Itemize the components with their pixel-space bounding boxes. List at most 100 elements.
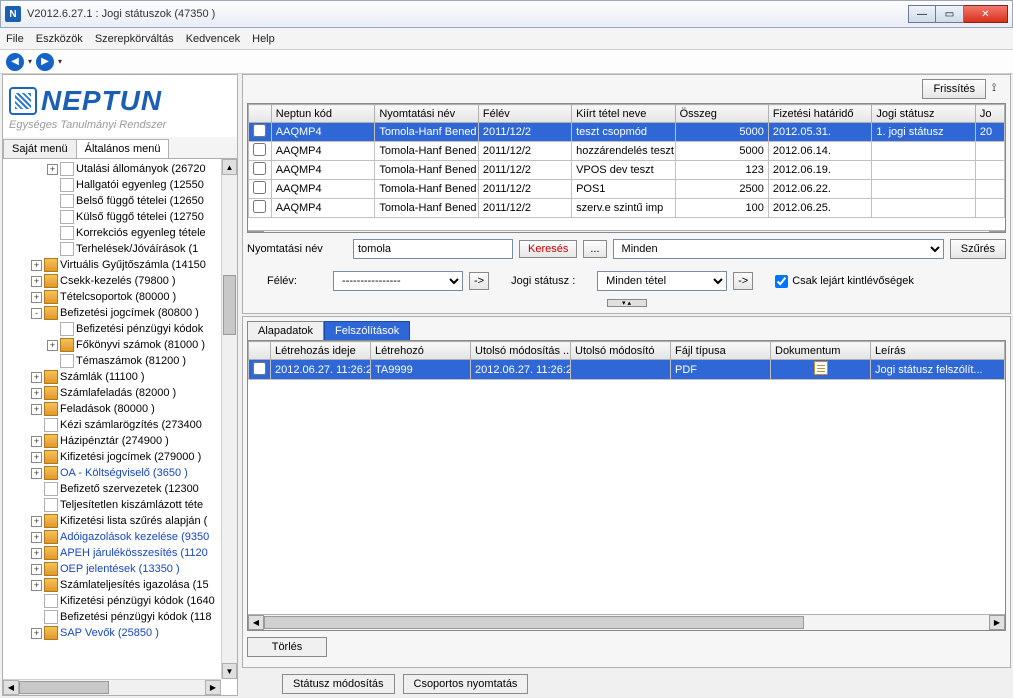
column-header[interactable]: Utolsó módosítás ... xyxy=(471,342,571,360)
tree-item[interactable]: +OEP jelentések (13350 ) xyxy=(3,561,237,577)
tree-item[interactable]: +Tételcsoportok (80000 ) xyxy=(3,289,237,305)
expand-icon[interactable]: + xyxy=(31,564,42,575)
back-dropdown-icon[interactable]: ▾ xyxy=(26,57,34,66)
subgrid-scroll-left-icon[interactable]: ◀ xyxy=(248,615,264,630)
tree-item[interactable]: Befizetési pénzügyi kódok xyxy=(3,321,237,337)
tree-item[interactable]: Korrekciós egyenleg tétele xyxy=(3,225,237,241)
expand-icon[interactable]: + xyxy=(31,548,42,559)
expand-icon[interactable]: + xyxy=(47,340,58,351)
refresh-button[interactable]: Frissítés xyxy=(922,79,986,99)
felev-select[interactable]: ---------------- xyxy=(333,271,463,291)
column-header[interactable]: Félév xyxy=(478,105,571,123)
column-header[interactable]: Létrehozás ideje xyxy=(271,342,371,360)
table-row[interactable]: AAQMP4Tomola-Hanf Bened2011/12/2hozzáren… xyxy=(249,142,1005,161)
group-print-button[interactable]: Csoportos nyomtatás xyxy=(403,674,529,694)
expand-icon[interactable]: + xyxy=(31,388,42,399)
tree-item[interactable]: +SAP Vevők (25850 ) xyxy=(3,625,237,641)
expand-icon[interactable]: + xyxy=(31,260,42,271)
tree-item[interactable]: -Befizetési jogcímek (80800 ) xyxy=(3,305,237,321)
expand-icon[interactable]: + xyxy=(31,468,42,479)
tree-item[interactable]: +APEH járulékösszesítés (1120 xyxy=(3,545,237,561)
menu-file[interactable]: File xyxy=(6,33,24,45)
column-header[interactable]: Kiírt tétel neve xyxy=(572,105,676,123)
column-header[interactable] xyxy=(249,342,271,360)
column-header[interactable]: Neptun kód xyxy=(271,105,375,123)
row-checkbox[interactable] xyxy=(253,200,266,213)
tree-item[interactable]: +Házipénztár (274900 ) xyxy=(3,433,237,449)
tree-item[interactable]: Témaszámok (81200 ) xyxy=(3,353,237,369)
expand-icon[interactable]: + xyxy=(31,292,42,303)
table-row[interactable]: AAQMP4Tomola-Hanf Bened2011/12/2teszt cs… xyxy=(249,123,1005,142)
scope-select[interactable]: Minden xyxy=(613,239,944,259)
tree-item[interactable]: Befizetési pénzügyi kódok (118 xyxy=(3,609,237,625)
table-row[interactable]: 2012.06.27. 11:26:2 TA9999 2012.06.27. 1… xyxy=(249,360,1005,380)
expand-icon[interactable]: + xyxy=(31,404,42,415)
jogi-select[interactable]: Minden tétel xyxy=(597,271,727,291)
tree-item[interactable]: +Kifizetési lista szűrés alapján ( xyxy=(3,513,237,529)
column-header[interactable]: Dokumentum xyxy=(771,342,871,360)
scroll-thumb[interactable] xyxy=(223,275,236,335)
back-icon[interactable]: ◀ xyxy=(6,53,24,71)
tree-item[interactable]: +Csekk-kezelés (79800 ) xyxy=(3,273,237,289)
table-row[interactable]: AAQMP4Tomola-Hanf Bened2011/12/2szerv.e … xyxy=(249,199,1005,218)
tree-item[interactable]: Kézi számlarögzítés (273400 xyxy=(3,417,237,433)
column-header[interactable]: Jogi státusz xyxy=(872,105,976,123)
expand-icon[interactable]: + xyxy=(31,532,42,543)
column-header[interactable]: Létrehozó xyxy=(371,342,471,360)
tree-item[interactable]: Teljesítetlen kiszámlázott téte xyxy=(3,497,237,513)
tree-view[interactable]: +Utalási állományok (26720Hallgatói egye… xyxy=(3,159,237,695)
table-row[interactable]: AAQMP4Tomola-Hanf Bened2011/12/2POS12500… xyxy=(249,180,1005,199)
subgrid-scroll-right-icon[interactable]: ▶ xyxy=(989,615,1005,630)
print-name-input[interactable] xyxy=(353,239,513,259)
column-header[interactable]: Nyomtatási név xyxy=(375,105,479,123)
column-header[interactable]: Fájl típusa xyxy=(671,342,771,360)
search-button[interactable]: Keresés xyxy=(519,240,577,258)
row-checkbox[interactable] xyxy=(253,362,266,375)
status-modify-button[interactable]: Státusz módosítás xyxy=(282,674,395,694)
column-header[interactable]: Utolsó módosító xyxy=(571,342,671,360)
expand-icon[interactable]: + xyxy=(31,436,42,447)
pin-icon[interactable]: ⟟ xyxy=(992,82,1006,96)
scroll-up-icon[interactable]: ▲ xyxy=(222,159,237,175)
expand-icon[interactable]: + xyxy=(47,164,58,175)
tree-item[interactable]: Kifizetési pénzügyi kódok (1640 xyxy=(3,593,237,609)
menu-kedvencek[interactable]: Kedvencek xyxy=(186,33,240,45)
row-checkbox[interactable] xyxy=(253,162,266,175)
expand-icon[interactable]: + xyxy=(31,628,42,639)
column-header[interactable] xyxy=(249,105,272,123)
tree-item[interactable]: +Számlák (11100 ) xyxy=(3,369,237,385)
tree-item[interactable]: +Utalási állományok (26720 xyxy=(3,161,237,177)
tree-item[interactable]: +OA - Költségviselő (3650 ) xyxy=(3,465,237,481)
tree-item[interactable]: Befizető szervezetek (12300 xyxy=(3,481,237,497)
tree-vscrollbar[interactable]: ▲ ▼ xyxy=(221,159,237,679)
column-header[interactable]: Fizetési határidő xyxy=(768,105,872,123)
subgrid-scroll-thumb[interactable] xyxy=(264,616,804,629)
tab-felszolitasok[interactable]: Felszólítások xyxy=(324,321,410,341)
tab-altalanos-menu[interactable]: Általános menü xyxy=(76,139,170,158)
splitter-grip-icon[interactable]: ▾ ▴ xyxy=(607,299,647,307)
expand-icon[interactable]: + xyxy=(31,276,42,287)
tree-item[interactable]: +Számlafeladás (82000 ) xyxy=(3,385,237,401)
expand-icon[interactable]: + xyxy=(31,452,42,463)
delete-button[interactable]: Törlés xyxy=(247,637,327,657)
tree-item[interactable]: Terhelések/Jóváírások (1 xyxy=(3,241,237,257)
expand-icon[interactable]: + xyxy=(31,516,42,527)
tree-item[interactable]: +Főkönyvi számok (81000 ) xyxy=(3,337,237,353)
forward-dropdown-icon[interactable]: ▾ xyxy=(56,57,64,66)
scroll-right-icon[interactable]: ▶ xyxy=(205,680,221,695)
row-checkbox[interactable] xyxy=(253,181,266,194)
subgrid-hscrollbar[interactable]: ◀ ▶ xyxy=(248,614,1005,630)
menu-szerepkor[interactable]: Szerepkörváltás xyxy=(95,33,174,45)
filter-button[interactable]: Szűrés xyxy=(950,239,1006,259)
row-checkbox[interactable] xyxy=(253,143,266,156)
scroll-hthumb[interactable] xyxy=(19,681,109,694)
expired-checkbox[interactable] xyxy=(775,275,788,288)
tree-item[interactable]: +Feladások (80000 ) xyxy=(3,401,237,417)
collapse-icon[interactable]: - xyxy=(31,308,42,319)
column-header[interactable]: Összeg xyxy=(675,105,768,123)
tree-item[interactable]: +Számlateljesítés igazolása (15 xyxy=(3,577,237,593)
column-header[interactable]: Jo xyxy=(975,105,1004,123)
forward-icon[interactable]: ▶ xyxy=(36,53,54,71)
tab-alapadatok[interactable]: Alapadatok xyxy=(247,321,324,341)
close-button[interactable]: ✕ xyxy=(964,5,1008,23)
